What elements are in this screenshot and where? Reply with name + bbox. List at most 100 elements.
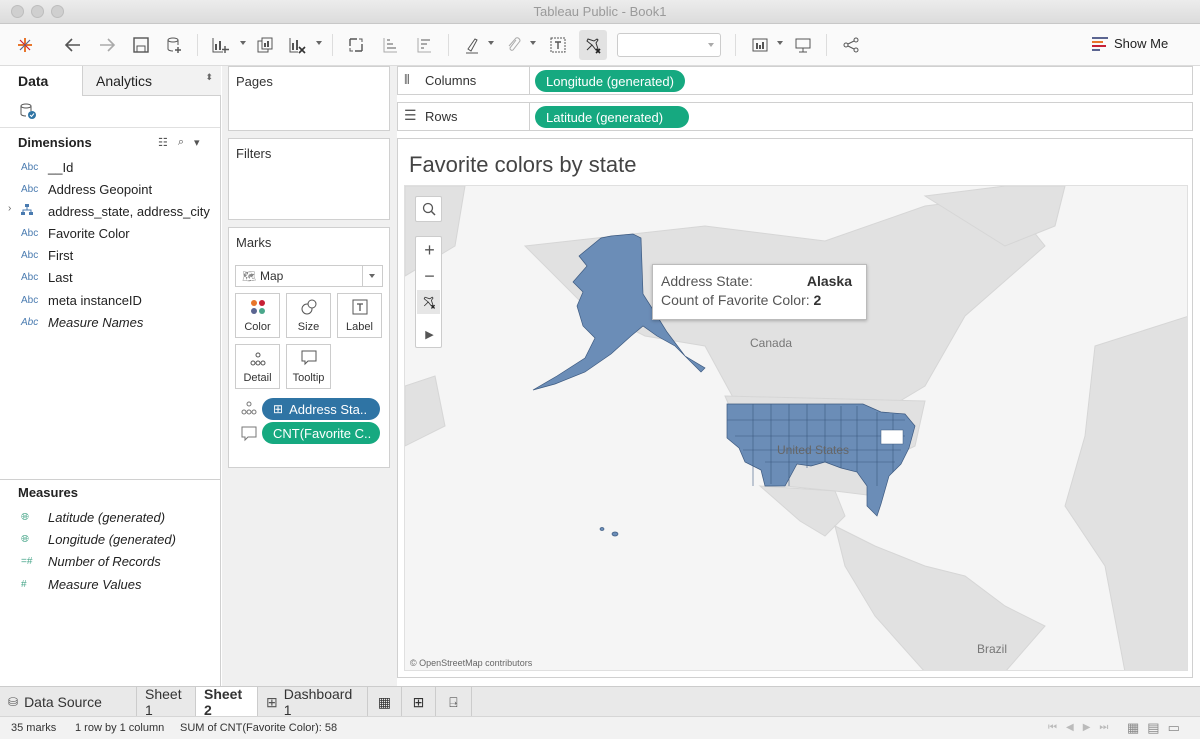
last-page-icon[interactable]: ⏭ <box>1099 722 1108 733</box>
sheet-title[interactable]: Favorite colors by state <box>409 152 636 178</box>
new-dashboard-tab-button[interactable]: ⊞ <box>402 687 436 717</box>
measure-field[interactable]: =# Number of Records <box>0 550 220 572</box>
marks-title: Marks <box>236 235 272 250</box>
next-page-icon[interactable]: ▶ <box>1083 722 1091 733</box>
sort-descending-icon[interactable] <box>412 33 436 57</box>
dimension-field[interactable]: Abc meta instanceID <box>0 289 220 311</box>
map[interactable]: Canada United States Brazil © OpenStreet… <box>404 185 1188 671</box>
mark-type-select[interactable]: 🗺︎ Map <box>235 265 383 287</box>
group-members-icon[interactable] <box>501 33 525 57</box>
zoom-in-button[interactable]: + <box>416 237 443 263</box>
string-type-icon: Abc <box>21 161 39 173</box>
filters-card[interactable]: Filters <box>228 138 390 220</box>
swap-rows-columns-icon[interactable] <box>344 33 368 57</box>
show-me-button[interactable]: Show Me <box>1092 36 1168 51</box>
globe-icon: 🌐︎ <box>21 511 29 523</box>
new-worksheet-icon[interactable] <box>208 33 232 57</box>
forward-arrow-icon[interactable] <box>95 33 119 57</box>
tableau-logo-icon[interactable] <box>13 33 37 57</box>
unpin-icon <box>423 296 435 309</box>
dimension-field[interactable]: Abc Address Geopoint <box>0 178 220 200</box>
back-arrow-icon[interactable] <box>61 33 85 57</box>
filmstrip-view-icon[interactable]: ▤ <box>1147 720 1159 736</box>
dashboard-icon: ⊞ <box>266 693 278 710</box>
dimension-hierarchy[interactable]: › address_state, address_city <box>0 200 220 222</box>
database-icon: ⛁ <box>8 695 19 709</box>
pages-card[interactable]: Pages <box>228 66 390 131</box>
sort-ascending-icon[interactable] <box>378 33 402 57</box>
tab-sheet-2[interactable]: Sheet 2 <box>196 686 258 718</box>
dimension-field[interactable]: Abc Favorite Color <box>0 222 220 244</box>
status-marks: 35 marks <box>11 722 57 734</box>
measure-field[interactable]: # Measure Values <box>0 573 220 595</box>
tooltip-icon <box>301 350 316 366</box>
filters-title: Filters <box>236 146 272 161</box>
measure-field[interactable]: 🌐︎ Latitude (generated) <box>0 506 220 528</box>
new-dashboard-icon: ⊞ <box>412 693 425 710</box>
tab-sheet-1[interactable]: Sheet 1 <box>137 686 196 718</box>
fix-axes-pin-icon[interactable] <box>579 30 607 60</box>
globe-icon: 🌐︎ <box>21 533 29 545</box>
cnt-favorite-color-pill[interactable]: CNT(Favorite C.. <box>262 422 380 444</box>
clear-sheet-dropdown[interactable] <box>316 41 322 45</box>
fit-select[interactable] <box>617 33 721 57</box>
label-button[interactable]: Label <box>337 293 382 338</box>
tab-data-source[interactable]: ⛁ Data Source <box>0 687 137 717</box>
address-state-pill[interactable]: ⊞ Address Sta.. <box>262 398 380 420</box>
group-dropdown[interactable] <box>530 41 536 45</box>
new-story-tab-button[interactable]: ⍈ <box>436 687 472 717</box>
expand-toolbar-button[interactable]: ▶ <box>416 321 443 347</box>
presentation-mode-icon[interactable] <box>791 33 815 57</box>
dimension-field[interactable]: Abc Measure Names <box>0 311 220 333</box>
show-cards-dropdown[interactable] <box>777 41 783 45</box>
view-list-icon[interactable]: ☷ <box>158 136 168 149</box>
detail-button[interactable]: Detail <box>235 344 280 389</box>
previous-page-icon[interactable]: ◀ <box>1066 722 1074 733</box>
data-source-icon[interactable] <box>19 102 37 123</box>
search-icon[interactable]: ⌕ <box>178 136 184 149</box>
state-contiguous-us <box>726 403 916 517</box>
chevron-right-icon[interactable]: › <box>8 203 11 214</box>
dimension-field[interactable]: Abc __Id <box>0 156 220 178</box>
highlight-dropdown[interactable] <box>488 41 494 45</box>
new-worksheet-dropdown[interactable] <box>240 41 246 45</box>
chevron-down-icon[interactable]: ▾ <box>194 136 200 149</box>
highlight-icon[interactable] <box>460 33 484 57</box>
grid-view-icon[interactable]: ▦ <box>1127 720 1139 736</box>
save-icon[interactable] <box>129 33 153 57</box>
new-worksheet-tab-button[interactable]: ▦ <box>368 687 402 717</box>
first-page-icon[interactable]: ⏮ <box>1048 722 1057 733</box>
measure-field[interactable]: 🌐︎ Longitude (generated) <box>0 528 220 550</box>
string-type-icon: Abc <box>21 316 39 328</box>
tab-data[interactable]: Data <box>0 66 82 96</box>
dimension-field[interactable]: Abc Last <box>0 266 220 288</box>
title-bar: Tableau Public - Book1 <box>0 0 1200 24</box>
columns-shelf[interactable]: ⦀ Columns Longitude (generated) <box>397 66 1193 95</box>
longitude-pill[interactable]: Longitude (generated) <box>535 70 685 92</box>
tabs-view-icon[interactable]: ▭ <box>1168 720 1180 736</box>
expand-plus-icon[interactable]: ⊞ <box>273 402 283 416</box>
rows-shelf[interactable]: ☰ Rows Latitude (generated) <box>397 102 1193 131</box>
share-icon[interactable] <box>839 33 863 57</box>
map-search-button[interactable] <box>415 196 442 222</box>
duplicate-sheet-icon[interactable] <box>253 33 277 57</box>
tooltip-button[interactable]: Tooltip <box>286 344 331 389</box>
dimension-field[interactable]: Abc First <box>0 244 220 266</box>
columns-icon: ⦀ <box>404 72 410 87</box>
tooltip-count-value: 2 <box>813 292 822 308</box>
size-button[interactable]: Size <box>286 293 331 338</box>
color-button[interactable]: Color <box>235 293 280 338</box>
rows-label: Rows <box>425 109 458 124</box>
map-attribution: © OpenStreetMap contributors <box>410 658 533 668</box>
show-mark-labels-icon[interactable] <box>546 33 570 57</box>
rows-icon: ☰ <box>404 107 417 123</box>
zoom-out-button[interactable]: − <box>416 263 443 289</box>
string-type-icon: Abc <box>21 227 39 239</box>
unpin-map-button[interactable] <box>417 290 440 314</box>
tab-dashboard-1[interactable]: ⊞ Dashboard 1 <box>258 686 368 718</box>
tab-analytics[interactable]: Analytics ⬍ <box>82 66 221 96</box>
clear-sheet-icon[interactable] <box>285 33 309 57</box>
latitude-pill[interactable]: Latitude (generated) <box>535 106 689 128</box>
show-cards-icon[interactable] <box>748 33 772 57</box>
new-data-source-icon[interactable] <box>162 33 186 57</box>
